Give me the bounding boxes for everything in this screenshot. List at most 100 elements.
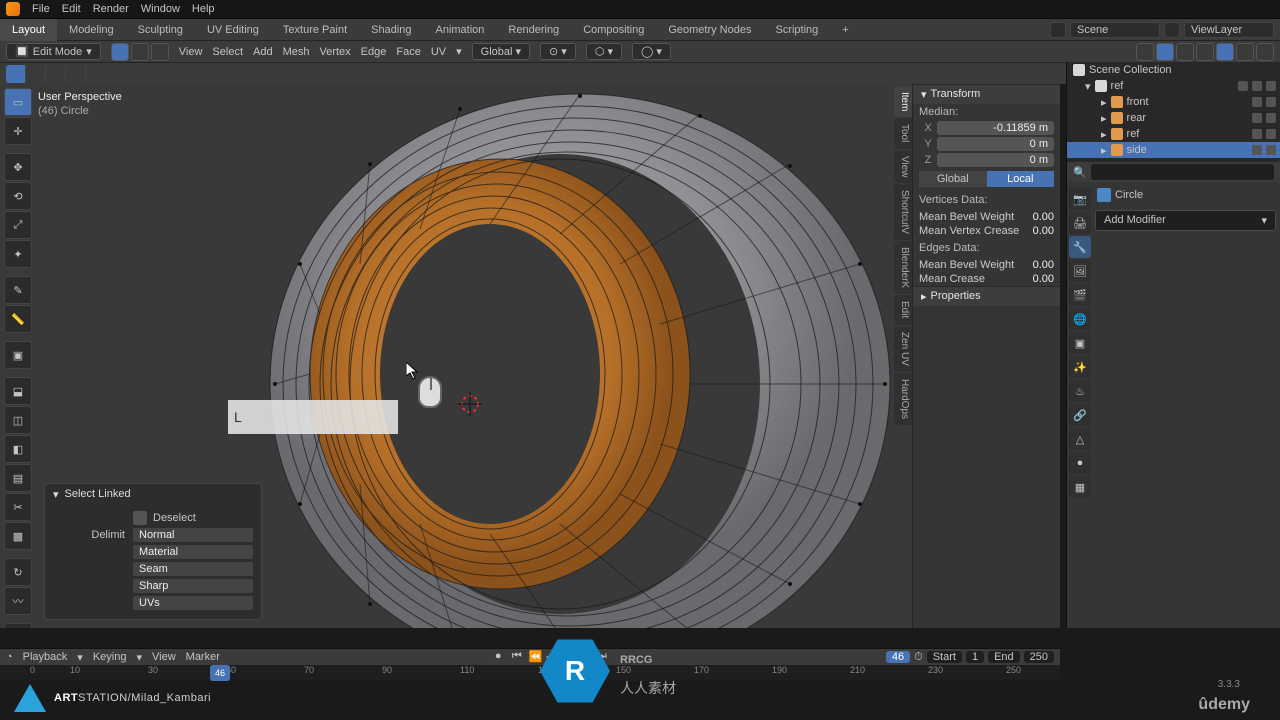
tab-layout[interactable]: Layout (0, 19, 57, 41)
eye-icon[interactable] (1252, 145, 1262, 155)
scene-name-field[interactable]: Scene (1070, 22, 1160, 38)
current-frame-field[interactable]: 46 (886, 651, 910, 663)
proptab-physics[interactable]: ♨ (1069, 380, 1091, 402)
camera-hide-icon[interactable] (1266, 113, 1276, 123)
mode-dropdown[interactable]: 🔲Edit Mode▾ (6, 43, 101, 60)
xray-toggle-icon[interactable] (1176, 43, 1194, 61)
menu-file[interactable]: File (32, 3, 50, 15)
select-tweak-icon[interactable] (6, 65, 26, 83)
proptab-object[interactable]: ▣ (1069, 332, 1091, 354)
shading-wire-icon[interactable] (1196, 43, 1214, 61)
tool-inset[interactable]: ◫ (4, 406, 32, 434)
delimit-material[interactable]: Material (133, 545, 253, 559)
delimit-seam[interactable]: Seam (133, 562, 253, 576)
playhead[interactable]: 46 (210, 665, 230, 681)
tab-texture-paint[interactable]: Texture Paint (271, 19, 359, 41)
proptab-world[interactable]: 🌐 (1069, 308, 1091, 330)
ntab-edit[interactable]: Edit (894, 295, 912, 324)
playback-menu[interactable]: Playback (23, 651, 68, 663)
select-circle-icon[interactable] (46, 65, 66, 83)
select-box-icon[interactable] (26, 65, 46, 83)
proptab-material[interactable]: ● (1069, 452, 1091, 474)
tab-compositing[interactable]: Compositing (571, 19, 656, 41)
tool-smooth[interactable]: 〰 (4, 587, 32, 615)
ntab-item[interactable]: Item (894, 86, 912, 117)
scene-icon[interactable] (1050, 22, 1066, 38)
viewlayer-icon[interactable] (1164, 22, 1180, 38)
menu-help[interactable]: Help (192, 3, 215, 15)
camera-hide-icon[interactable] (1266, 129, 1276, 139)
clock-icon[interactable]: ⏱ (914, 651, 923, 664)
tool-annotate[interactable]: ✎ (4, 276, 32, 304)
local-button[interactable]: Local (987, 171, 1055, 187)
tool-polybuild[interactable]: ▩ (4, 522, 32, 550)
proptab-texture[interactable]: ▦ (1069, 476, 1091, 498)
add-menu[interactable]: Add (253, 46, 273, 58)
jump-start-icon[interactable]: ⏮ (512, 650, 526, 664)
outliner-ref[interactable]: ▾ref (1067, 78, 1280, 94)
proptab-output[interactable]: 🖨 (1069, 212, 1091, 234)
ntab-shortcutv[interactable]: ShortcutV (894, 184, 912, 240)
3d-viewport[interactable]: User Perspective (46) Circle ▭ ✛ ✥ ⟲ ⤢ ✦… (0, 84, 1060, 628)
delimit-normal[interactable]: Normal (133, 528, 253, 542)
eye-icon[interactable] (1252, 113, 1262, 123)
start-frame-field[interactable]: 1 (966, 651, 984, 663)
tab-sculpting[interactable]: Sculpting (126, 19, 195, 41)
proptab-scene[interactable]: 🎬 (1069, 284, 1091, 306)
pivot-dropdown[interactable]: ⊙ ▾ (540, 43, 576, 60)
menu-render[interactable]: Render (93, 3, 129, 15)
select-vertex-icon[interactable] (111, 43, 129, 61)
end-frame-field[interactable]: 250 (1024, 651, 1054, 663)
global-button[interactable]: Global (919, 171, 987, 187)
proptab-modifier[interactable]: 🔧 (1069, 236, 1091, 258)
mean-vcrease[interactable]: 0.00 (1033, 225, 1054, 237)
checkbox-icon[interactable] (1238, 81, 1248, 91)
tool-select-box[interactable]: ▭ (4, 88, 32, 116)
menu-window[interactable]: Window (141, 3, 180, 15)
properties-search[interactable] (1091, 164, 1274, 180)
camera-hide-icon[interactable] (1266, 145, 1276, 155)
tab-uv-editing[interactable]: UV Editing (195, 19, 271, 41)
shading-render-icon[interactable] (1256, 43, 1274, 61)
timeline-track[interactable]: 0 10 30 50 70 90 110 130 150 170 190 210… (0, 665, 1060, 681)
proptab-constraints[interactable]: 🔗 (1069, 404, 1091, 426)
orientation-dropdown[interactable]: Global ▾ (472, 43, 530, 60)
outliner-rear[interactable]: ▸rear (1067, 110, 1280, 126)
marker-menu[interactable]: Marker (186, 651, 220, 663)
snap-dropdown[interactable]: ⬡ ▾ (586, 43, 622, 60)
proptab-data[interactable]: △ (1069, 428, 1091, 450)
tool-measure[interactable]: 📏 (4, 305, 32, 333)
outliner-front[interactable]: ▸front (1067, 94, 1280, 110)
median-z-field[interactable]: 0 m (937, 153, 1054, 167)
edge-menu[interactable]: Edge (361, 46, 387, 58)
outliner-side[interactable]: ▸side (1067, 142, 1280, 158)
operator-panel[interactable]: ▾Select Linked Deselect DelimitNormal Ma… (44, 483, 262, 620)
view-menu[interactable]: View (179, 46, 203, 58)
tool-loopcut[interactable]: ▤ (4, 464, 32, 492)
vertex-menu[interactable]: Vertex (319, 46, 350, 58)
eye-icon[interactable] (1252, 81, 1262, 91)
mean-bevel-v[interactable]: 0.00 (1033, 211, 1054, 223)
eye-icon[interactable] (1252, 129, 1262, 139)
select-face-icon[interactable] (151, 43, 169, 61)
mean-crease[interactable]: 0.00 (1033, 273, 1054, 285)
median-x-field[interactable]: -0.11859 m (937, 121, 1054, 135)
tool-bevel[interactable]: ◧ (4, 435, 32, 463)
camera-hide-icon[interactable] (1266, 81, 1276, 91)
autokey-icon[interactable]: ● (495, 650, 509, 664)
tool-add-cube[interactable]: ▣ (4, 341, 32, 369)
tab-rendering[interactable]: Rendering (496, 19, 571, 41)
viewlayer-name-field[interactable]: ViewLayer (1184, 22, 1274, 38)
tool-transform[interactable]: ✦ (4, 240, 32, 268)
camera-hide-icon[interactable] (1266, 97, 1276, 107)
gizmo-toggle-icon[interactable] (1136, 43, 1154, 61)
select-menu[interactable]: Select (212, 46, 243, 58)
outliner-scene-collection[interactable]: Scene Collection (1067, 62, 1280, 78)
delimit-sharp[interactable]: Sharp (133, 579, 253, 593)
median-y-field[interactable]: 0 m (937, 137, 1054, 151)
ntab-blenderk[interactable]: BlenderK (894, 241, 912, 294)
tab-shading[interactable]: Shading (359, 19, 423, 41)
add-modifier-dropdown[interactable]: Add Modifier▾ (1095, 210, 1276, 231)
eye-icon[interactable] (1252, 97, 1262, 107)
tool-scale[interactable]: ⤢ (4, 211, 32, 239)
